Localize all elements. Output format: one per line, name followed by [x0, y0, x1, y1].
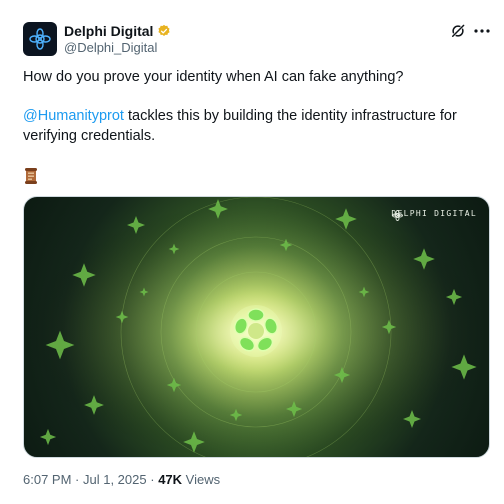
tweet-text-paragraph: @Humanityprot tackles this by building t… — [23, 106, 483, 146]
verified-badge-icon — [158, 24, 170, 36]
more-options-icon[interactable] — [473, 22, 491, 40]
identity-flower-icon — [230, 305, 282, 357]
delphi-logo-icon — [29, 28, 51, 50]
grok-icon[interactable] — [449, 22, 467, 40]
tweet-card: Delphi Digital @Delphi_Digital How do yo… — [0, 0, 504, 504]
author-display-name[interactable]: Delphi Digital — [64, 23, 153, 39]
views-label: Views — [185, 472, 221, 487]
meta-separator: · — [150, 472, 159, 487]
author-handle[interactable]: @Delphi_Digital — [64, 40, 157, 55]
meta-separator: · — [75, 472, 83, 487]
scroll-icon — [25, 168, 37, 184]
delphi-watermark-logo-icon — [392, 210, 404, 221]
tweet-text-line1: How do you prove your identity when AI c… — [23, 69, 404, 85]
avatar[interactable] — [23, 22, 57, 56]
mention-link[interactable]: @Humanityprot — [23, 108, 124, 124]
views-count: 47K — [158, 472, 183, 487]
tweet-media-image[interactable]: DELPHI DIGITAL — [23, 196, 490, 458]
author-name-row[interactable]: Delphi Digital — [64, 23, 171, 39]
tweet-date[interactable]: Jul 1, 2025 — [83, 472, 147, 487]
media-watermark: DELPHI DIGITAL — [391, 209, 477, 221]
tweet-meta: 6:07 PM · Jul 1, 2025 · 47K Views — [23, 472, 220, 487]
media-artwork — [24, 197, 489, 457]
tweet-time[interactable]: 6:07 PM — [23, 472, 71, 487]
